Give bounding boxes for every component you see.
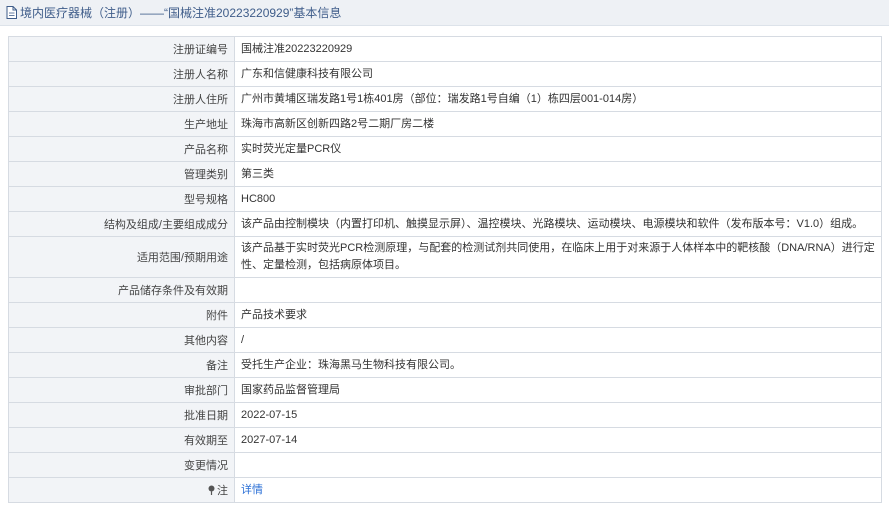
detail-table: 注册证编号 国械注准20223220929 注册人名称 广东和信健康科技有限公司 注册人…: [8, 36, 882, 503]
field-value: 国械注准20223220929: [234, 36, 882, 62]
table-row: 结构及组成/主要组成成分 该产品由控制模块（内置打印机、触摸显示屏）、温控模块、光…: [8, 211, 882, 237]
note-label-cell: 注: [8, 477, 235, 503]
table-row: 管理类别 第三类: [8, 161, 882, 187]
field-label: 注册人住所: [8, 86, 235, 112]
field-label: 审批部门: [8, 377, 235, 403]
field-label: 附件: [8, 302, 235, 328]
field-value: 实时荧光定量PCR仪: [234, 136, 882, 162]
field-label: 型号规格: [8, 186, 235, 212]
field-value: 产品技术要求: [234, 302, 882, 328]
note-value-cell: 详情: [234, 477, 882, 503]
field-value: 该产品由控制模块（内置打印机、触摸显示屏）、温控模块、光路模块、运动模块、电源模…: [234, 211, 882, 237]
field-value: 第三类: [234, 161, 882, 187]
table-row: 附件 产品技术要求: [8, 302, 882, 328]
table-row: 型号规格 HC800: [8, 186, 882, 212]
field-label: 产品名称: [8, 136, 235, 162]
field-value: 国家药品监督管理局: [234, 377, 882, 403]
field-label: 其他内容: [8, 327, 235, 353]
field-label: 变更情况: [8, 452, 235, 478]
field-value: 2022-07-15: [234, 402, 882, 428]
field-value: 珠海市高新区创新四路2号二期厂房二楼: [234, 111, 882, 137]
table-row-note: 注 详情: [8, 477, 882, 503]
field-label: 适用范围/预期用途: [8, 236, 235, 278]
table-row: 注册证编号 国械注准20223220929: [8, 36, 882, 62]
field-label: 结构及组成/主要组成成分: [8, 211, 235, 237]
field-value: [234, 277, 882, 303]
field-label: 备注: [8, 352, 235, 378]
field-value: 受托生产企业：珠海黑马生物科技有限公司。: [234, 352, 882, 378]
field-value: /: [234, 327, 882, 353]
table-row: 其他内容 /: [8, 327, 882, 353]
field-value: 该产品基于实时荧光PCR检测原理，与配套的检测试剂共同使用，在临床上用于对来源于…: [234, 236, 882, 278]
field-value: HC800: [234, 186, 882, 212]
pin-icon: [207, 485, 216, 495]
detail-table-container: 注册证编号 国械注准20223220929 注册人名称 广东和信健康科技有限公司 注册人…: [8, 36, 882, 503]
table-row: 备注 受托生产企业：珠海黑马生物科技有限公司。: [8, 352, 882, 378]
field-value: [234, 452, 882, 478]
field-value: 广东和信健康科技有限公司: [234, 61, 882, 87]
table-row: 产品储存条件及有效期: [8, 277, 882, 303]
page-header: 境内医疗器械（注册）——“国械注准20223220929”基本信息: [0, 0, 889, 26]
document-icon: [6, 6, 17, 19]
field-label: 有效期至: [8, 427, 235, 453]
field-label: 产品储存条件及有效期: [8, 277, 235, 303]
table-row: 有效期至 2027-07-14: [8, 427, 882, 453]
field-label: 注册证编号: [8, 36, 235, 62]
note-label: 注: [217, 485, 228, 497]
table-row: 适用范围/预期用途 该产品基于实时荧光PCR检测原理，与配套的检测试剂共同使用，在…: [8, 236, 882, 278]
table-row: 注册人名称 广东和信健康科技有限公司: [8, 61, 882, 87]
table-row: 注册人住所 广州市黄埔区瑞发路1号1栋401房（部位：瑞发路1号自编（1）栋四层0…: [8, 86, 882, 112]
field-label: 生产地址: [8, 111, 235, 137]
page-title: 境内医疗器械（注册）——“国械注准20223220929”基本信息: [20, 6, 342, 20]
field-label: 批准日期: [8, 402, 235, 428]
field-label: 注册人名称: [8, 61, 235, 87]
field-value: 广州市黄埔区瑞发路1号1栋401房（部位：瑞发路1号自编（1）栋四层001-01…: [234, 86, 882, 112]
details-link[interactable]: 详情: [241, 484, 263, 496]
table-row: 审批部门 国家药品监督管理局: [8, 377, 882, 403]
table-row: 变更情况: [8, 452, 882, 478]
field-value: 2027-07-14: [234, 427, 882, 453]
table-row: 批准日期 2022-07-15: [8, 402, 882, 428]
field-label: 管理类别: [8, 161, 235, 187]
table-row: 产品名称 实时荧光定量PCR仪: [8, 136, 882, 162]
table-row: 生产地址 珠海市高新区创新四路2号二期厂房二楼: [8, 111, 882, 137]
